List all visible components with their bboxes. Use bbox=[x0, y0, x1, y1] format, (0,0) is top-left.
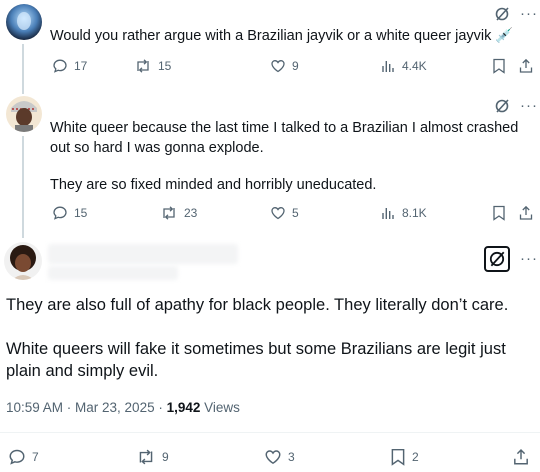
like-count: 3 bbox=[288, 450, 295, 464]
repost-icon bbox=[163, 206, 175, 220]
like-button[interactable]: 5 bbox=[270, 205, 299, 221]
comment-icon bbox=[53, 59, 67, 73]
more-icon[interactable]: ··· bbox=[520, 6, 538, 21]
post-paragraph: White queers will fake it sometimes but … bbox=[6, 340, 506, 380]
thread-line bbox=[22, 228, 24, 238]
post-meta: 10:59 AM · Mar 23, 2025 · 1,942 Views bbox=[6, 400, 240, 415]
avatar[interactable] bbox=[6, 96, 42, 132]
heart-icon bbox=[271, 207, 285, 220]
repost-icon bbox=[137, 59, 149, 73]
views-count: 8.1K bbox=[402, 206, 427, 220]
reply-button[interactable]: 7 bbox=[8, 448, 39, 466]
author-name-redacted bbox=[48, 244, 238, 264]
heart-icon bbox=[271, 60, 285, 73]
bookmark-button[interactable]: 2 bbox=[390, 448, 419, 466]
reply-count: 15 bbox=[74, 206, 88, 220]
reply-paragraph: They are so fixed minded and horribly un… bbox=[50, 177, 377, 193]
repost-icon bbox=[139, 449, 153, 465]
author-handle-redacted bbox=[48, 266, 178, 280]
views-button[interactable]: 8.1K bbox=[380, 205, 427, 221]
post-views-label: Views bbox=[200, 400, 240, 415]
divider bbox=[0, 432, 540, 433]
like-button[interactable]: 3 bbox=[264, 448, 295, 466]
reply-actions: 17 15 9 4.4K bbox=[52, 58, 534, 78]
reply-count: 17 bbox=[74, 59, 88, 73]
share-icon bbox=[519, 58, 533, 73]
grok-icon[interactable] bbox=[494, 6, 510, 22]
thread-line bbox=[22, 136, 24, 228]
post-paragraph: They are also full of apathy for black p… bbox=[6, 296, 509, 314]
bookmark-icon bbox=[493, 205, 505, 221]
analytics-icon bbox=[382, 208, 394, 219]
post-actions: 7 9 3 2 bbox=[8, 448, 532, 468]
comment-icon bbox=[53, 206, 67, 220]
repost-button[interactable]: 23 bbox=[160, 205, 197, 221]
avatar[interactable] bbox=[6, 4, 42, 40]
grok-icon[interactable] bbox=[484, 246, 510, 272]
reply-button[interactable]: 17 bbox=[52, 58, 87, 74]
repost-count: 15 bbox=[158, 59, 172, 73]
reply-text: Would you rather argue with a Brazilian … bbox=[50, 28, 514, 44]
reply-post-2[interactable]: ··· White queer because the last time I … bbox=[0, 88, 540, 228]
analytics-icon bbox=[382, 61, 394, 72]
thread-line bbox=[22, 44, 24, 94]
views-count: 4.4K bbox=[402, 59, 427, 73]
reply-button[interactable]: 15 bbox=[52, 205, 87, 221]
post-timestamp[interactable]: 10:59 AM · Mar 23, 2025 · bbox=[6, 400, 167, 415]
more-icon[interactable]: ··· bbox=[520, 251, 538, 266]
repost-button[interactable]: 9 bbox=[136, 448, 169, 466]
reply-paragraph: White queer because the last time I talk… bbox=[50, 120, 519, 156]
bookmark-count: 2 bbox=[412, 450, 419, 464]
reply-post-1[interactable]: ··· Would you rather argue with a Brazil… bbox=[0, 0, 540, 94]
views-button[interactable]: 4.4K bbox=[380, 58, 427, 74]
share-icon bbox=[514, 448, 528, 465]
avatar[interactable] bbox=[4, 242, 42, 280]
repost-count: 23 bbox=[184, 206, 198, 220]
bookmark-button[interactable] bbox=[492, 205, 506, 221]
avatar-image bbox=[6, 96, 42, 132]
heart-icon bbox=[265, 450, 281, 465]
avatar-image bbox=[6, 4, 42, 40]
post-text: They are also full of apathy for black p… bbox=[6, 294, 526, 382]
bookmark-icon bbox=[391, 448, 405, 466]
like-count: 9 bbox=[292, 59, 299, 73]
repost-button[interactable]: 15 bbox=[134, 58, 171, 74]
reply-count: 7 bbox=[32, 450, 39, 464]
grok-icon[interactable] bbox=[494, 98, 510, 114]
post-views-count: 1,942 bbox=[166, 400, 201, 415]
bookmark-icon bbox=[493, 58, 505, 74]
share-button[interactable] bbox=[518, 58, 534, 74]
reply-text: White queer because the last time I talk… bbox=[50, 118, 525, 195]
more-icon[interactable]: ··· bbox=[520, 98, 538, 113]
share-icon bbox=[519, 205, 533, 220]
like-count: 5 bbox=[292, 206, 299, 220]
repost-count: 9 bbox=[162, 450, 169, 464]
comment-icon bbox=[9, 449, 25, 465]
thread-line bbox=[22, 88, 24, 94]
reply-actions: 15 23 5 8.1K bbox=[52, 205, 534, 225]
bookmark-button[interactable] bbox=[492, 58, 506, 74]
like-button[interactable]: 9 bbox=[270, 58, 299, 74]
share-button[interactable] bbox=[518, 205, 534, 221]
avatar-image bbox=[4, 242, 42, 280]
share-button[interactable] bbox=[512, 448, 530, 466]
